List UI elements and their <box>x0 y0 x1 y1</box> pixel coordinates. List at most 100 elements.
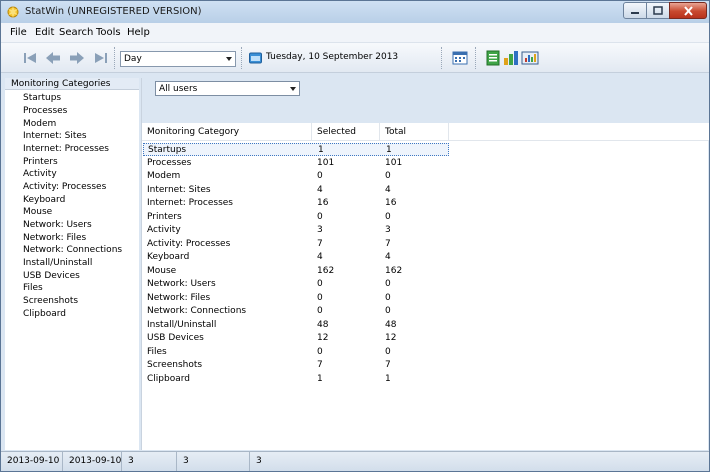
sidebar-item-network-files[interactable]: Network: Files <box>23 233 86 243</box>
sidebar-item-usb-devices[interactable]: USB Devices <box>23 271 80 281</box>
sidebar-item-install-uninstall[interactable]: Install/Uninstall <box>23 258 92 268</box>
sidebar-item-internet-processes[interactable]: Internet: Processes <box>23 144 109 154</box>
menu-help[interactable]: Help <box>127 27 150 38</box>
table-row[interactable]: Printers 0 0 <box>142 211 449 224</box>
sidebar-item-internet-sites[interactable]: Internet: Sites <box>23 131 87 141</box>
status-text: 3 <box>183 456 189 466</box>
sidebar-item-startups[interactable]: Startups <box>23 93 61 103</box>
cell-selected: 3 <box>317 225 323 235</box>
sidebar-item-modem[interactable]: Modem <box>23 119 56 129</box>
cell-total: 48 <box>385 319 397 330</box>
cell-selected: 0 <box>317 211 323 222</box>
table-row[interactable]: Install/Uninstall 48 48 <box>142 319 449 332</box>
sidebar-item-network-users[interactable]: Network: Users <box>23 220 92 230</box>
table-row[interactable]: Screenshots 7 7 <box>142 359 449 372</box>
cell-selected: 16 <box>317 198 329 208</box>
table-row[interactable]: Internet: Processes 16 16 <box>142 197 449 210</box>
category-tree-header[interactable]: Monitoring Categories <box>5 78 139 90</box>
cell-total: 4 <box>385 252 391 262</box>
table-row[interactable]: Processes 101 101 <box>142 157 449 170</box>
table-row[interactable]: Files 0 0 <box>142 346 449 359</box>
filter-area: All users <box>142 78 709 123</box>
column-header-total[interactable]: Total <box>380 123 449 141</box>
list-view-icon[interactable] <box>484 49 502 67</box>
menu-file[interactable]: File <box>10 27 27 38</box>
last-icon[interactable] <box>92 49 110 67</box>
maximize-button[interactable] <box>646 2 670 19</box>
cell-category: Processes <box>147 157 192 168</box>
first-icon[interactable] <box>21 49 39 67</box>
column-header-selected[interactable]: Selected <box>312 123 380 141</box>
sidebar-item-screenshots[interactable]: Screenshots <box>23 296 78 306</box>
status-bar: 2013-09-10 2013-09-10 3 3 3 <box>1 451 709 471</box>
close-icon <box>683 5 693 16</box>
table-row[interactable]: Clipboard 1 1 <box>142 373 449 386</box>
table-row[interactable]: Network: Users 0 0 <box>142 278 449 291</box>
column-header-label: Total <box>385 127 407 137</box>
sidebar-item-mouse[interactable]: Mouse <box>23 207 52 217</box>
sidebar-item-files[interactable]: Files <box>23 283 43 293</box>
table-row[interactable]: Internet: Sites 4 4 <box>142 184 449 197</box>
minimize-button[interactable] <box>623 2 647 19</box>
cell-total: 0 <box>385 279 391 289</box>
sidebar-item-printers[interactable]: Printers <box>23 157 58 167</box>
column-header-label: Selected <box>317 127 357 137</box>
calendar-icon[interactable] <box>249 52 262 64</box>
cell-total: 3 <box>385 225 391 235</box>
sidebar-item-processes[interactable]: Processes <box>23 106 67 116</box>
results-panel: All users Monitoring Category Selected T… <box>141 78 709 450</box>
table-row[interactable]: Mouse 162 162 <box>142 265 449 278</box>
menu-tools[interactable]: Tools <box>96 27 121 38</box>
cell-selected: 0 <box>317 292 323 303</box>
cell-selected: 48 <box>317 319 329 330</box>
cell-total: 4 <box>385 184 391 195</box>
column-header-category[interactable]: Monitoring Category <box>142 123 312 141</box>
maximize-icon <box>653 6 663 15</box>
sidebar-item-network-connections[interactable]: Network: Connections <box>23 245 122 255</box>
cell-selected: 1 <box>318 145 324 155</box>
sidebar-item-clipboard[interactable]: Clipboard <box>23 309 66 319</box>
table-row[interactable]: Startups 1 1 <box>143 143 449 157</box>
sidebar-item-keyboard[interactable]: Keyboard <box>23 195 65 205</box>
cell-total: 1 <box>386 145 392 155</box>
date-label[interactable]: Tuesday, 10 September 2013 <box>266 52 398 62</box>
table-row[interactable]: Activity 3 3 <box>142 224 449 237</box>
minimize-icon <box>631 11 639 14</box>
toolbar-separator <box>475 47 476 69</box>
menu-bar: File Edit Search Tools Help <box>1 23 709 43</box>
cell-category: Network: Files <box>147 292 211 303</box>
cell-category: Printers <box>147 211 182 222</box>
title-bar[interactable]: StatWin (UNREGISTERED VERSION) <box>1 1 709 23</box>
column-header-label: Monitoring Category <box>147 127 240 137</box>
calendar-view-icon[interactable] <box>451 49 469 67</box>
period-select[interactable]: Day <box>120 51 236 67</box>
previous-icon[interactable] <box>44 49 62 67</box>
status-text: 2013-09-10 <box>7 456 60 466</box>
chevron-down-icon <box>290 87 296 91</box>
cell-category: Clipboard <box>147 373 190 384</box>
cell-category: Startups <box>148 145 187 155</box>
status-start-date: 2013-09-10 <box>1 452 63 471</box>
close-button[interactable] <box>669 2 707 19</box>
cell-selected: 4 <box>317 184 323 195</box>
report-chart-icon[interactable] <box>521 49 539 67</box>
cell-total: 7 <box>385 360 391 370</box>
sidebar-item-activity[interactable]: Activity <box>23 169 57 179</box>
table-row[interactable]: Network: Connections 0 0 <box>142 305 449 318</box>
menu-search[interactable]: Search <box>59 27 93 38</box>
users-select[interactable]: All users <box>155 81 300 96</box>
table-row[interactable]: Activity: Processes 7 7 <box>142 238 449 251</box>
table-row[interactable]: Modem 0 0 <box>142 170 449 183</box>
menu-edit[interactable]: Edit <box>35 27 54 38</box>
cell-selected: 101 <box>317 157 335 168</box>
sidebar-item-activity-processes[interactable]: Activity: Processes <box>23 182 106 192</box>
table-row[interactable]: Network: Files 0 0 <box>142 292 449 305</box>
table-row[interactable]: Keyboard 4 4 <box>142 251 449 264</box>
cell-category: Activity <box>147 225 181 235</box>
chevron-down-icon <box>226 57 232 61</box>
users-value: All users <box>159 84 198 94</box>
cell-total: 0 <box>385 346 391 357</box>
bar-chart-icon[interactable] <box>502 49 520 67</box>
next-icon[interactable] <box>68 49 86 67</box>
table-row[interactable]: USB Devices 12 12 <box>142 332 449 345</box>
